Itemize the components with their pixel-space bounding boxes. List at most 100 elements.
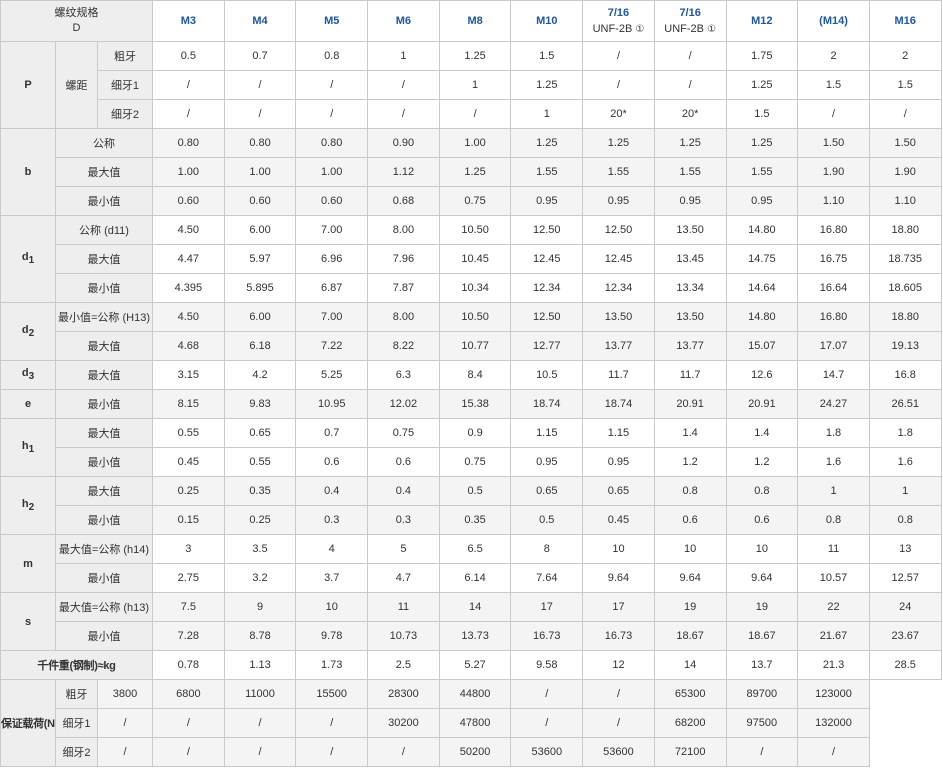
symbol-letter: h	[21, 439, 29, 452]
value-cell: 9.64	[582, 563, 655, 593]
table-row: 最大值 1.00 1.00 1.00 1.12 1.25 1.55 1.55 1.55 1.55 1…	[1, 157, 942, 187]
value-cell: 0.25	[152, 476, 225, 506]
value-cell: 11.7	[582, 360, 655, 390]
value-cell: 12.02	[367, 389, 440, 419]
row-label: 最小值	[55, 389, 153, 419]
symbol-subscript: 2	[28, 502, 35, 514]
value-cell: 1	[367, 41, 440, 71]
value-cell: 10.77	[438, 331, 512, 361]
table-row: d1 公称 (d11) 4.50 6.00 7.00 8.00 10.50 12.50 12.5…	[0, 215, 942, 303]
value-cell: 123000	[797, 679, 870, 709]
value-cell: /	[582, 70, 655, 100]
value-cell: 3.5	[223, 534, 297, 564]
value-cell: 4.395	[152, 273, 225, 303]
value-cell: 2.75	[152, 563, 225, 593]
value-cell: 1.6	[868, 447, 942, 477]
value-cell: 6.18	[223, 331, 297, 361]
symbol-subscript: 1	[28, 444, 35, 456]
value-cell: 1.55	[582, 157, 655, 187]
thread-spec-symbol: D	[72, 22, 81, 34]
symbol-letter: d	[21, 367, 29, 380]
value-cell: 0.5	[510, 505, 584, 535]
value-cell: /	[295, 70, 369, 100]
value-cell: 0.6	[653, 505, 727, 535]
symbol-subscript: 3	[28, 371, 35, 383]
value-cell: 65300	[653, 679, 727, 709]
row-label: 最大值	[55, 331, 153, 361]
header-row: 螺纹规格 D M3 M4 M5 M6 M8 M10 7/16 UNF-2B ① …	[0, 0, 942, 42]
value-cell: 4.7	[367, 563, 440, 593]
value-cell: 1.55	[653, 157, 727, 187]
value-cell: 10	[725, 534, 799, 564]
value-cell: 20*	[582, 99, 655, 129]
value-cell: 17	[582, 592, 655, 622]
value-cell: 11.7	[653, 360, 727, 390]
value-cell: 1.13	[223, 650, 297, 680]
value-cell: 28.5	[868, 650, 942, 680]
value-cell: 0.95	[510, 186, 584, 216]
value-cell: /	[152, 708, 225, 738]
value-cell: 8.00	[367, 215, 440, 245]
value-cell: 7.64	[510, 563, 584, 593]
value-cell: 0.60	[223, 186, 297, 216]
value-cell: 10	[295, 592, 369, 622]
value-cell: 0.4	[295, 476, 369, 506]
value-cell: 26.51	[868, 389, 942, 419]
row-label: 最小值	[55, 447, 153, 477]
value-cell: 2	[797, 41, 870, 71]
thread-spec-label: 螺纹规格	[54, 7, 99, 19]
value-cell: 1.12	[367, 157, 440, 187]
value-cell: 1.10	[868, 186, 942, 216]
value-cell: 7.22	[295, 331, 369, 361]
value-cell: 21.3	[797, 650, 870, 680]
value-cell: 0.45	[582, 505, 655, 535]
value-cell: 0.65	[223, 418, 297, 448]
value-cell: 18.80	[868, 215, 942, 245]
table-row: 细牙2// / //1 20* 20* 1.5//	[1, 99, 942, 129]
row-label: 最大值=公称 (h13)	[55, 592, 153, 622]
row-label: 最小值=公称 (H13)	[55, 302, 153, 332]
value-cell: 18.80	[868, 302, 942, 332]
value-cell: 5.895	[223, 273, 297, 303]
value-cell: 12.50	[510, 302, 584, 332]
value-cell: 1.00	[295, 157, 369, 187]
value-cell: 6.14	[438, 563, 512, 593]
value-cell: 23.67	[868, 621, 942, 651]
value-cell: 50200	[438, 737, 512, 767]
value-cell: /	[797, 737, 870, 767]
param-symbol-e: e	[0, 389, 56, 419]
value-cell: 53600	[582, 737, 655, 767]
value-cell: 1.50	[868, 128, 942, 158]
value-cell: 3800	[97, 679, 153, 709]
value-cell: 10.57	[797, 563, 870, 593]
value-cell: 12.6	[725, 360, 799, 390]
value-cell: 0.6	[367, 447, 440, 477]
value-cell: 0.65	[582, 476, 655, 506]
row-label: 细牙2	[97, 99, 153, 129]
value-cell: 0.60	[152, 186, 225, 216]
value-cell: /	[582, 41, 655, 71]
table-row: h1 最大值 0.55 0.65 0.7 0.75 0.9 1.15 1.15 1.4 1.4 1.8…	[0, 418, 942, 477]
value-cell: 1.2	[653, 447, 727, 477]
value-cell: 20*	[653, 99, 727, 129]
value-cell: 30200	[367, 708, 440, 738]
value-cell: 13.77	[582, 331, 655, 361]
value-cell: 8.00	[367, 302, 440, 332]
value-cell: 1.00	[438, 128, 512, 158]
value-cell: 6.87	[295, 273, 369, 303]
table-row: 最小值 0.45 0.55 0.6 0.6 0.75 0.95 0.95 1.2 1.2 1.6 1.…	[1, 447, 942, 477]
param-symbol-b: b	[0, 128, 56, 216]
value-cell: 1.4	[725, 418, 799, 448]
value-cell: 16.8	[868, 360, 942, 390]
value-cell: 1.73	[295, 650, 369, 680]
param-symbol-s: s	[0, 592, 56, 651]
value-cell: 16.75	[797, 244, 870, 274]
param-symbol-h1: h1	[0, 418, 56, 477]
value-cell: /	[223, 99, 297, 129]
value-cell: 1	[510, 99, 584, 129]
value-cell: 1.5	[510, 41, 584, 71]
value-cell: 1.25	[653, 128, 727, 158]
value-cell: 6.96	[295, 244, 369, 274]
value-cell: 8.78	[223, 621, 297, 651]
row-label: 最大值	[55, 476, 153, 506]
